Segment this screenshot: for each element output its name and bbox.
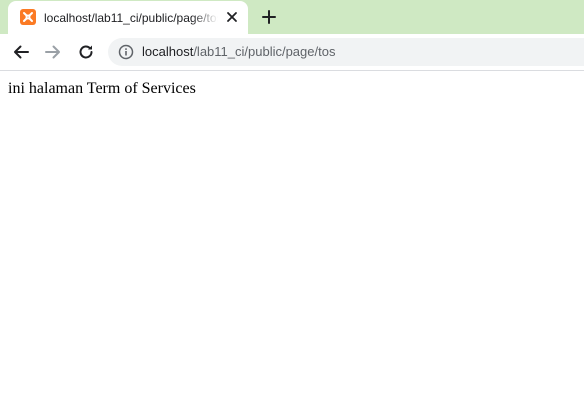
url-host: localhost [142, 44, 194, 59]
info-icon[interactable] [118, 44, 134, 60]
page-content: ini halaman Term of Services [0, 71, 584, 410]
tab-strip: localhost/lab11_ci/public/page/tos [0, 0, 584, 34]
plus-icon[interactable] [258, 6, 280, 28]
tab-title: localhost/lab11_ci/public/page/tos [44, 11, 218, 25]
close-icon[interactable] [224, 9, 240, 25]
url-text[interactable]: localhost/lab11_ci/public/page/tos [142, 44, 335, 60]
arrow-left-icon [14, 45, 29, 59]
arrow-right-icon [45, 45, 60, 59]
browser-tab[interactable]: localhost/lab11_ci/public/page/tos [8, 1, 248, 34]
xampp-icon [20, 9, 36, 25]
address-bar[interactable]: localhost/lab11_ci/public/page/tos [108, 38, 584, 66]
reload-icon [79, 45, 93, 59]
back-button[interactable] [7, 38, 35, 66]
page-text: ini halaman Term of Services [8, 80, 196, 97]
reload-button[interactable] [72, 38, 100, 66]
url-path: /lab11_ci/public/page/tos [193, 44, 336, 59]
forward-button[interactable] [39, 38, 67, 66]
browser-toolbar: localhost/lab11_ci/public/page/tos [0, 34, 584, 71]
